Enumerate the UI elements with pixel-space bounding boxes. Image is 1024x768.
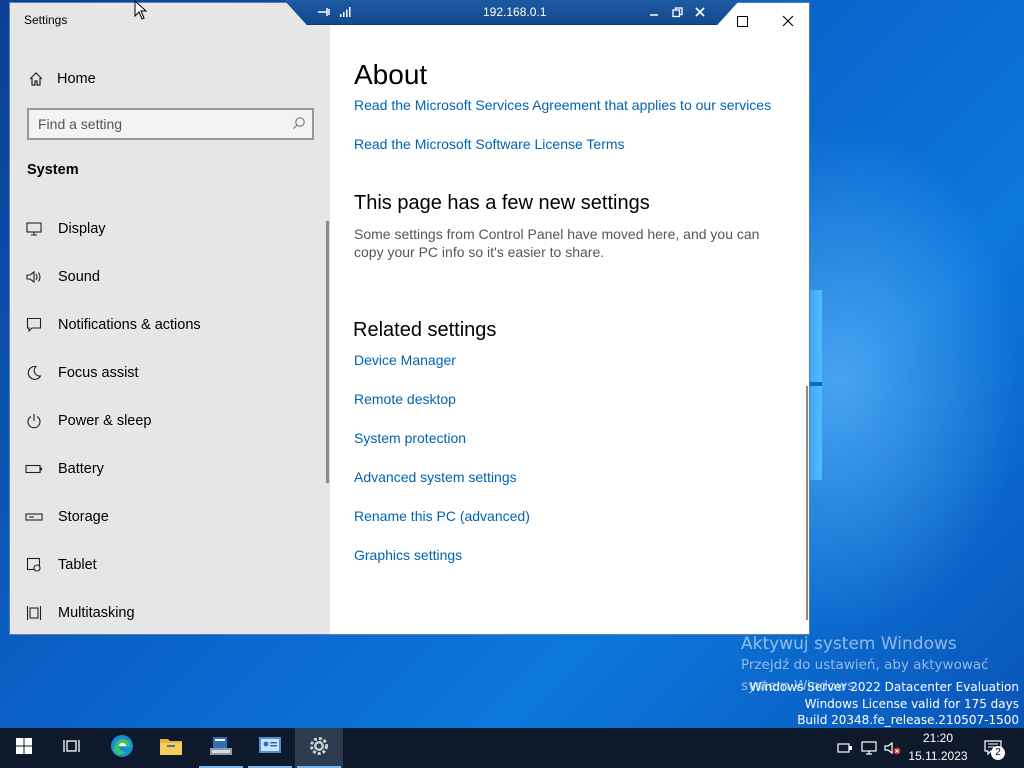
sidebar-item-label: Multitasking (58, 605, 135, 621)
sidebar-item-label: Focus assist (58, 365, 139, 381)
restore-icon[interactable] (668, 3, 686, 21)
storage-icon (24, 507, 44, 527)
taskbar (0, 728, 1024, 768)
new-settings-description: Some settings from Control Panel have mo… (354, 226, 760, 260)
pin-icon[interactable] (315, 3, 333, 21)
sidebar-item-multitasking[interactable]: Multitasking (24, 599, 135, 627)
license-terms-link[interactable]: Read the Microsoft Software License Term… (354, 136, 625, 152)
edge-icon (110, 734, 134, 763)
sidebar-item-label: Battery (58, 461, 104, 477)
close-button[interactable] (765, 9, 809, 35)
about-content-pane: About Read the Microsoft Services Agreem… (330, 3, 809, 634)
sidebar-item-label: Sound (58, 269, 100, 285)
related-settings-heading: Related settings (353, 319, 497, 341)
search-input[interactable] (29, 116, 286, 132)
sidebar-item-storage[interactable]: Storage (24, 503, 109, 531)
remote-desktop-link[interactable]: Remote desktop (354, 391, 456, 407)
volume-muted-icon[interactable] (883, 738, 903, 758)
device-manager-link[interactable]: Device Manager (354, 352, 456, 368)
sidebar-item-focus-assist[interactable]: Focus assist (24, 359, 139, 387)
minimize-icon[interactable] (645, 3, 663, 21)
system-protection-link[interactable]: System protection (354, 430, 466, 446)
file-explorer-icon (159, 736, 183, 761)
rdp-host-address: 192.168.0.1 (483, 5, 547, 19)
sidebar-item-sound[interactable]: Sound (24, 263, 100, 291)
start-button[interactable] (0, 728, 48, 768)
notifications-icon (24, 315, 44, 335)
task-view-button[interactable] (48, 728, 96, 768)
mouse-cursor-icon (134, 0, 148, 20)
remote-desktop-connection-bar: 192.168.0.1 (284, 0, 740, 25)
ethernet-tray-icon[interactable] (859, 738, 879, 758)
rename-pc-link[interactable]: Rename this PC (advanced) (354, 508, 530, 524)
home-nav-item[interactable]: Home (26, 67, 96, 91)
server-edition-text: Windows Server 2022 Datacenter Evaluatio… (749, 680, 1019, 694)
signal-icon[interactable] (336, 3, 354, 21)
sound-icon (24, 267, 44, 287)
taskbar-clock-date[interactable]: 15.11.2023 (908, 749, 968, 763)
notification-count-badge: 2 (991, 746, 1005, 760)
moon-icon (24, 363, 44, 383)
advanced-system-settings-link[interactable]: Advanced system settings (354, 469, 517, 485)
home-label: Home (57, 71, 96, 87)
build-number-text: Build 20348.fe_release.210507-1500 (797, 713, 1019, 727)
network-tray-icon[interactable] (835, 738, 855, 758)
settings-window: Settings Home System Display Sound Notif… (9, 2, 810, 635)
new-settings-heading: This page has a few new settings (354, 192, 650, 214)
close-icon[interactable] (691, 3, 709, 21)
section-heading-system: System (27, 162, 79, 178)
license-validity-text: Windows License valid for 175 days (804, 697, 1019, 711)
sidebar-item-tablet[interactable]: Tablet (24, 551, 97, 579)
start-icon (16, 737, 32, 759)
home-icon (26, 69, 46, 89)
services-agreement-link[interactable]: Read the Microsoft Services Agreement th… (354, 97, 771, 113)
graphics-settings-link[interactable]: Graphics settings (354, 547, 462, 563)
power-icon (24, 411, 44, 431)
sidebar-item-label: Notifications & actions (58, 317, 201, 333)
sidebar-item-label: Display (58, 221, 106, 237)
server-manager-taskbar-button[interactable] (197, 728, 245, 768)
page-title: About (354, 59, 428, 90)
edge-taskbar-button[interactable] (98, 728, 146, 768)
sidebar-item-notifications[interactable]: Notifications & actions (24, 311, 201, 339)
sidebar-scrollbar[interactable] (326, 221, 329, 483)
activation-watermark-title: Aktywuj system Windows (741, 634, 957, 654)
multitasking-icon (24, 603, 44, 623)
settings-search[interactable] (27, 108, 314, 140)
control-panel-icon (258, 736, 282, 761)
close-icon (782, 14, 794, 30)
battery-icon (24, 459, 44, 479)
sidebar-item-battery[interactable]: Battery (24, 455, 104, 483)
display-icon (24, 219, 44, 239)
tablet-icon (24, 555, 44, 575)
file-explorer-taskbar-button[interactable] (147, 728, 195, 768)
activation-watermark-line1: Przejdź do ustawień, aby aktywować (741, 657, 989, 673)
search-icon (286, 116, 312, 133)
sidebar-item-label: Storage (58, 509, 109, 525)
window-title: Settings (24, 13, 68, 27)
control-panel-taskbar-button[interactable] (246, 728, 294, 768)
task-view-icon (63, 738, 81, 759)
settings-taskbar-button[interactable] (295, 728, 343, 768)
sidebar-item-label: Power & sleep (58, 413, 152, 429)
sidebar-item-label: Tablet (58, 557, 97, 573)
settings-icon (308, 735, 330, 762)
sidebar-item-display[interactable]: Display (24, 215, 106, 243)
server-manager-icon (208, 735, 234, 762)
sidebar-item-power-sleep[interactable]: Power & sleep (24, 407, 152, 435)
content-scrollbar[interactable] (806, 386, 808, 620)
taskbar-clock-time[interactable]: 21:20 (920, 731, 956, 745)
settings-sidebar: Settings Home System Display Sound Notif… (10, 3, 330, 634)
